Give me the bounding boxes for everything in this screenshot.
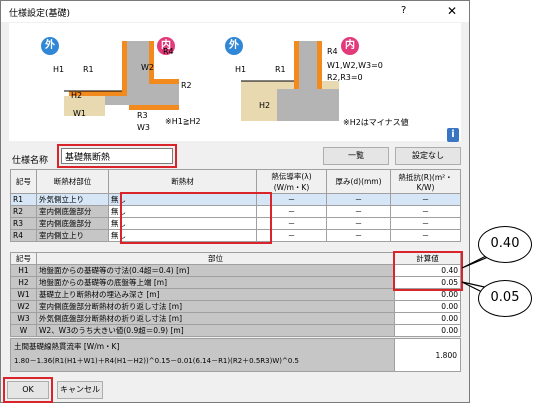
dim-desc: 地盤面からの基礎等の寸法(0.4超＝0.4) [m] bbox=[36, 264, 395, 277]
row-resistance: － bbox=[390, 217, 461, 230]
right-desc-w: W1,W2,W3=0 bbox=[327, 61, 383, 70]
info-icon[interactable]: i bbox=[447, 128, 459, 142]
dim-desc: W2、W3のうち大きい値(0.9超＝0.9) [m] bbox=[36, 324, 395, 337]
right-label-h1: H1 bbox=[235, 65, 247, 74]
close-button[interactable]: ✕ bbox=[447, 4, 457, 18]
row-part: 室内側立上り bbox=[36, 229, 109, 242]
left-label-r2: R2 bbox=[181, 81, 192, 90]
row-part: 外気側立上り bbox=[36, 193, 109, 206]
dim-desc: 地盤面からの基礎等の底盤等上端 [m] bbox=[36, 276, 395, 289]
cancel-button[interactable]: キャンセル bbox=[57, 381, 103, 399]
col-thickness: 厚み(d)(mm) bbox=[326, 169, 391, 194]
material-highlight bbox=[120, 192, 272, 244]
row-resistance: － bbox=[390, 205, 461, 218]
right-outside-badge: 外 bbox=[225, 37, 243, 55]
right-label-r4: R4 bbox=[327, 47, 338, 56]
table-row: W W2、W3のうち大きい値(0.9超＝0.9) [m] 0.00 bbox=[10, 324, 461, 337]
dim-code: W bbox=[10, 324, 37, 337]
help-button[interactable]: ? bbox=[401, 5, 406, 16]
right-note: ※H2はマイナス値 bbox=[343, 118, 409, 127]
left-insulation-r2 bbox=[149, 79, 179, 84]
no-setting-button[interactable]: 設定なし bbox=[395, 147, 461, 165]
table-row: W2 室内側底盤部分断熱材の折り返し寸法 [m] 0.00 bbox=[10, 300, 461, 313]
left-label-h1: H1 bbox=[53, 65, 65, 74]
dim-desc: 基礎立上り断熱材の埋込み深さ [m] bbox=[36, 288, 395, 301]
dialog-window: 仕様設定(基礎) ? ✕ 外 内 H1 R1 R4 W2 R2 H2 W1 R3… bbox=[0, 0, 470, 403]
foundation-diagram: 外 内 H1 R1 R4 W2 R2 H2 W1 R3 W3 ※H1≧H2 外 … bbox=[9, 23, 461, 141]
left-label-w3: W3 bbox=[137, 123, 150, 132]
callout-h2-value: 0.05 bbox=[478, 280, 532, 317]
col-part: 断熱材部位 bbox=[36, 169, 109, 194]
col-dim-code: 記号 bbox=[10, 252, 37, 265]
title-bar: 仕様設定(基礎) ? ✕ bbox=[1, 1, 469, 22]
dim-code: H2 bbox=[10, 276, 37, 289]
left-note: ※H1≧H2 bbox=[165, 117, 201, 126]
left-insulation-r4 bbox=[149, 41, 154, 79]
row-part: 室内側底盤部分 bbox=[36, 205, 109, 218]
row-code: R2 bbox=[10, 205, 37, 218]
dim-code: W1 bbox=[10, 288, 37, 301]
dim-code: W3 bbox=[10, 312, 37, 325]
dim-code: H1 bbox=[10, 264, 37, 277]
left-label-w1: W1 bbox=[73, 109, 86, 118]
left-outside-badge: 外 bbox=[41, 37, 59, 55]
right-inside-badge: 内 bbox=[341, 37, 359, 55]
right-label-h2: H2 bbox=[259, 101, 271, 110]
dim-value: 0.00 bbox=[394, 300, 461, 313]
col-lambda: 熱伝導率(λ)(W/m・K) bbox=[256, 169, 327, 194]
formula-title: 土間基礎線熱貫流率 [W/m・K] bbox=[14, 342, 120, 351]
col-resistance: 熱抵抗(R)(m²・K/W) bbox=[390, 169, 461, 194]
right-insulation-r4 bbox=[317, 41, 322, 89]
spec-name-highlight bbox=[57, 144, 177, 168]
dim-desc: 外気側底盤部分断熱材の折り返し寸法 [m] bbox=[36, 312, 395, 325]
dialog-title: 仕様設定(基礎) bbox=[9, 9, 71, 19]
row-thickness: － bbox=[326, 205, 391, 218]
row-code: R3 bbox=[10, 217, 37, 230]
col-dim-desc: 部位 bbox=[36, 252, 395, 265]
spec-name-label: 仕様名称 bbox=[12, 156, 49, 166]
left-label-h2: H2 bbox=[71, 91, 83, 100]
right-desc-r: R2,R3=0 bbox=[327, 73, 363, 82]
formula-value: 1.800 bbox=[394, 339, 460, 371]
left-label-r1: R1 bbox=[83, 65, 94, 74]
row-code: R4 bbox=[10, 229, 37, 242]
calc-value-highlight bbox=[393, 251, 463, 291]
callout-h1-value: 0.40 bbox=[478, 226, 532, 263]
row-part: 室内側底盤部分 bbox=[36, 217, 109, 230]
right-label-r1: R1 bbox=[275, 65, 286, 74]
left-insulation-r3 bbox=[129, 105, 179, 110]
row-code: R1 bbox=[10, 193, 37, 206]
dim-desc: 室内側底盤部分断熱材の折り返し寸法 [m] bbox=[36, 300, 395, 313]
row-thickness: － bbox=[326, 229, 391, 242]
row-thickness: － bbox=[326, 217, 391, 230]
row-thickness: － bbox=[326, 193, 391, 206]
table-row: W3 外気側底盤部分断熱材の折り返し寸法 [m] 0.00 bbox=[10, 312, 461, 325]
ok-highlight bbox=[3, 377, 53, 403]
dim-value: 0.00 bbox=[394, 312, 461, 325]
col-code: 記号 bbox=[10, 169, 37, 194]
formula-text: 1.80－1.36(R1(H1＋W1)＋R4(H1－H2))^0.15－0.01… bbox=[14, 357, 300, 365]
left-label-w2: W2 bbox=[141, 63, 154, 72]
dim-value: 0.00 bbox=[394, 324, 461, 337]
row-resistance: － bbox=[390, 193, 461, 206]
right-insulation-r1 bbox=[294, 41, 299, 89]
linear-transmittance-row: 土間基礎線熱貫流率 [W/m・K] 1.80－1.36(R1(H1＋W1)＋R4… bbox=[10, 338, 461, 372]
dim-code: W2 bbox=[10, 300, 37, 313]
col-material: 断熱材 bbox=[108, 169, 257, 194]
left-label-r4: R4 bbox=[163, 47, 174, 56]
insulation-header-row: 記号 断熱材部位 断熱材 熱伝導率(λ)(W/m・K) 厚み(d)(mm) 熱抵… bbox=[10, 169, 461, 194]
left-insulation-r1 bbox=[122, 41, 127, 91]
list-button[interactable]: 一覧 bbox=[323, 147, 389, 165]
left-label-r3: R3 bbox=[137, 111, 148, 120]
row-resistance: － bbox=[390, 229, 461, 242]
